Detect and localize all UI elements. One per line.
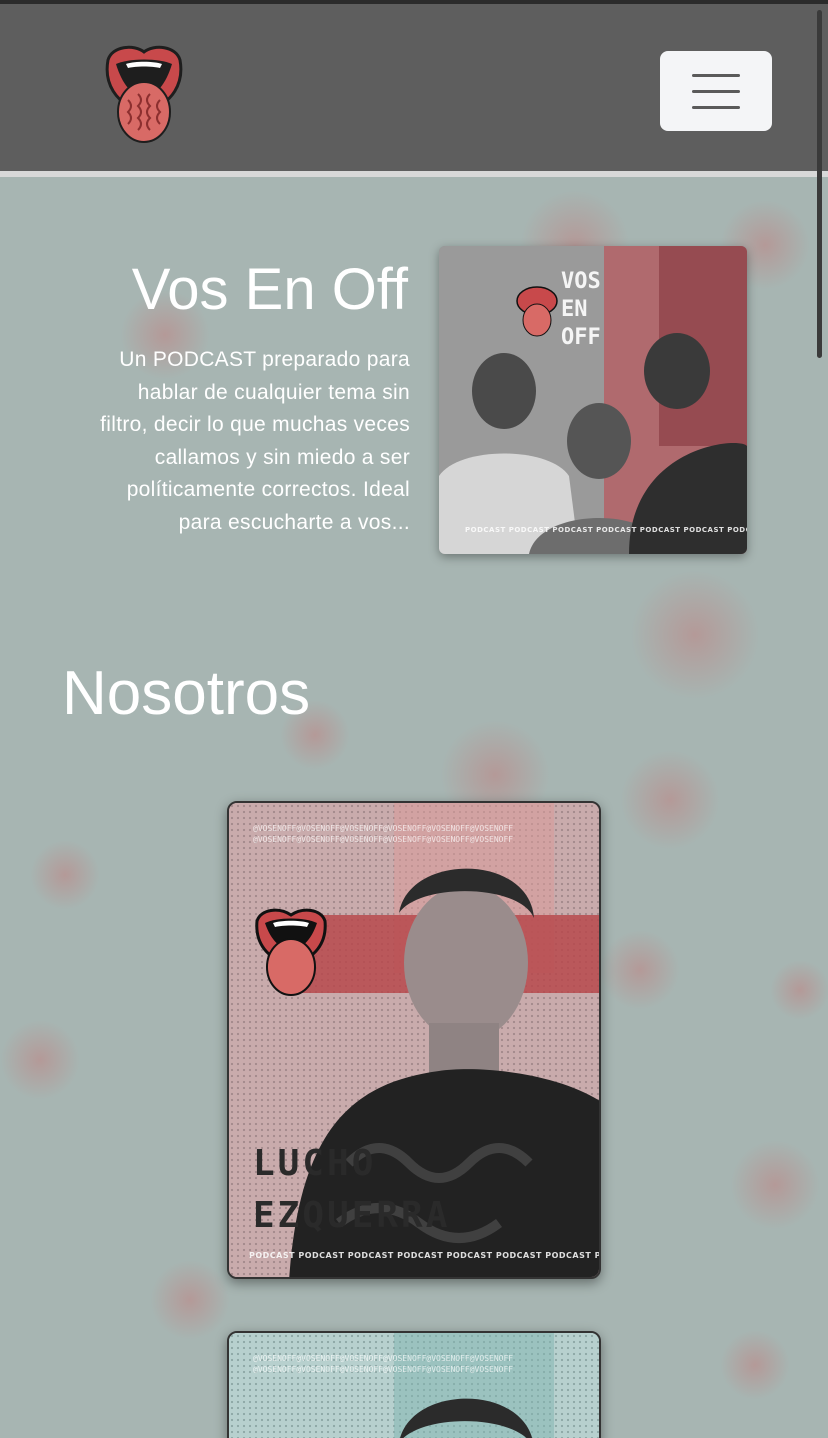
navbar: [0, 4, 828, 171]
member-card[interactable]: @VOSENOFF@VOSENOFF@VOSENOFF@VOSENOFF@VOS…: [227, 1331, 601, 1438]
podcast-cover-image[interactable]: VOS EN OFF PODCAST PODCAST PODCAST PODCA…: [439, 246, 747, 554]
background-pattern: [630, 570, 760, 700]
cover-podcast-strip: PODCAST PODCAST PODCAST PODCAST PODCAST …: [465, 526, 747, 534]
background-pattern: [600, 930, 680, 1010]
about-section-title: Nosotros: [62, 659, 311, 728]
member-podcast-strip: PODCAST PODCAST PODCAST PODCAST PODCAST …: [249, 1251, 601, 1260]
hero-title: Vos En Off: [131, 257, 408, 322]
hamburger-menu-button[interactable]: [660, 51, 772, 131]
mouth-brain-logo-icon[interactable]: [104, 42, 184, 146]
member-photo: [229, 1333, 599, 1438]
background-pattern: [770, 960, 828, 1020]
member-card[interactable]: @VOSENOFF@VOSENOFF@VOSENOFF@VOSENOFF@VOS…: [227, 801, 601, 1279]
background-pattern: [0, 1020, 80, 1100]
background-pattern: [720, 1330, 790, 1400]
hero-description: Un PODCAST preparado para hablar de cual…: [100, 348, 410, 534]
member-handles: @VOSENOFF@VOSENOFF@VOSENOFF@VOSENOFF@VOS…: [253, 1354, 514, 1374]
background-pattern: [730, 1140, 820, 1230]
navbar-divider: [0, 171, 828, 177]
member-first-name: LUCHO: [253, 1143, 377, 1184]
hamburger-menu-icon: [692, 105, 740, 109]
background-pattern: [30, 840, 100, 910]
member-last-name: EZQUERRA: [253, 1195, 451, 1236]
hamburger-menu-icon: [692, 73, 740, 77]
cover-logo-text: VOS EN OFF: [561, 269, 601, 350]
background-pattern: [620, 750, 720, 850]
hamburger-menu-icon: [692, 89, 740, 93]
background-pattern: [150, 1260, 230, 1340]
member-handles: @VOSENOFF@VOSENOFF@VOSENOFF@VOSENOFF@VOS…: [253, 824, 514, 844]
scrollbar[interactable]: [817, 10, 822, 358]
